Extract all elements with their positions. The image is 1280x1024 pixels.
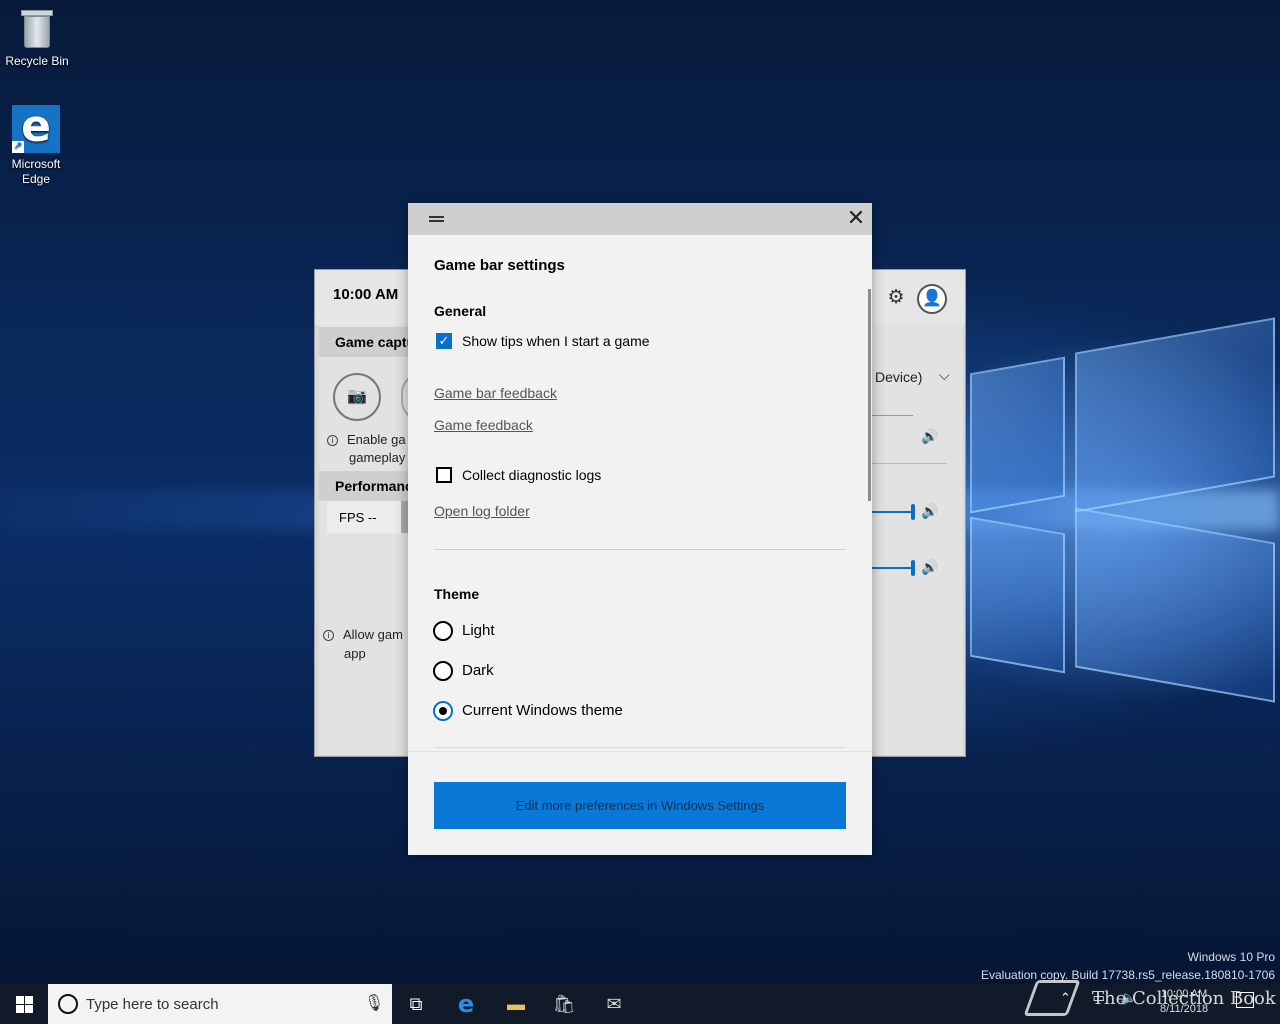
- close-icon: ✕: [846, 205, 866, 230]
- divider: [871, 463, 947, 464]
- task-view-icon[interactable]: ⧉: [392, 984, 440, 1024]
- radio-button[interactable]: [433, 661, 453, 681]
- mail-icon[interactable]: ✉: [590, 984, 638, 1024]
- search-input[interactable]: [86, 992, 356, 1016]
- desktop-icon-recycle-bin[interactable]: Recycle Bin: [1, 8, 73, 69]
- divider: [871, 415, 913, 416]
- audio-device-select[interactable]: Device): [875, 369, 922, 385]
- performance-heading: Performanc: [319, 471, 409, 501]
- open-log-folder-link[interactable]: Open log folder: [434, 503, 530, 519]
- theme-option-label: Light: [462, 622, 495, 639]
- radio-button-selected[interactable]: [433, 701, 453, 721]
- start-button[interactable]: [0, 984, 48, 1024]
- gear-icon[interactable]: ⚙: [885, 287, 907, 309]
- speaker-icon[interactable]: 🔊: [921, 559, 938, 576]
- edit-preferences-button[interactable]: Edit more preferences in Windows Setting…: [434, 782, 846, 829]
- collect-logs-checkbox[interactable]: [436, 467, 452, 483]
- microphone-icon[interactable]: 🎙: [364, 993, 384, 1013]
- info-icon: i: [327, 435, 338, 446]
- capture-heading: Game captu: [319, 327, 409, 357]
- dialog-title: Game bar settings: [434, 257, 565, 274]
- camera-icon[interactable]: 📷: [333, 373, 381, 421]
- close-button[interactable]: ✕: [840, 203, 872, 235]
- dialog-footer: Edit more preferences in Windows Setting…: [408, 751, 872, 855]
- collect-logs-label: Collect diagnostic logs: [462, 467, 602, 483]
- info-icon: i: [323, 630, 334, 641]
- capture-info-line: gameplay: [349, 450, 406, 465]
- gamebar-feedback-link[interactable]: Game bar feedback: [434, 385, 557, 401]
- scrollbar-thumb[interactable]: [868, 289, 871, 501]
- show-tips-checkbox[interactable]: ✓: [436, 333, 452, 349]
- section-divider: [434, 549, 846, 550]
- allow-info: i Allow gam app: [323, 625, 409, 663]
- volume-slider-thumb[interactable]: [911, 560, 915, 576]
- edge-icon[interactable]: e: [442, 984, 490, 1024]
- edge-icon: e ↗: [12, 105, 60, 153]
- settings-scroll-area[interactable]: Game bar settings General ✓ Show tips wh…: [408, 235, 872, 751]
- general-heading: General: [434, 303, 487, 319]
- cortana-icon[interactable]: [58, 994, 78, 1014]
- theme-heading: Theme: [434, 586, 480, 602]
- fps-readout: FPS --: [327, 501, 401, 533]
- gamebar-capture-panel: Game captu 📷 i Enable ga gameplay Perform…: [319, 325, 421, 755]
- chevron-down-icon[interactable]: ⌵: [939, 367, 950, 384]
- collection-book-watermark: The Collection Book: [1023, 976, 1276, 1022]
- volume-slider[interactable]: [871, 511, 913, 513]
- speaker-icon[interactable]: 🔊: [921, 428, 938, 445]
- dialog-titlebar[interactable]: ✕: [408, 203, 872, 235]
- allow-info-line: app: [344, 646, 366, 661]
- taskbar-search[interactable]: 🎙: [48, 984, 392, 1024]
- show-tips-label: Show tips when I start a game: [462, 333, 650, 349]
- section-divider: [434, 747, 846, 748]
- volume-slider-thumb[interactable]: [911, 504, 915, 520]
- windows-logo-graphic: [960, 317, 1280, 703]
- allow-info-line: Allow gam: [343, 627, 403, 642]
- theme-option-label: Dark: [462, 662, 494, 679]
- edition-watermark: Windows 10 Pro: [1187, 950, 1275, 964]
- volume-slider[interactable]: [871, 567, 913, 569]
- file-explorer-icon[interactable]: ▬: [492, 984, 540, 1024]
- desktop-icon-label: Recycle Bin: [5, 54, 69, 68]
- desktop-icon-edge[interactable]: e ↗ Microsoft Edge: [0, 105, 72, 187]
- game-feedback-link[interactable]: Game feedback: [434, 417, 533, 433]
- gamebar-time: 10:00 AM: [333, 286, 399, 303]
- theme-option-label: Current Windows theme: [462, 702, 623, 719]
- recycle-bin-icon: [19, 8, 55, 50]
- book-icon: [1023, 980, 1081, 1016]
- drag-handle-icon[interactable]: [429, 216, 444, 222]
- desktop-icon-label: Microsoft Edge: [11, 157, 61, 186]
- radio-button[interactable]: [433, 621, 453, 641]
- store-icon[interactable]: 🛍: [540, 984, 588, 1024]
- capture-info: i Enable ga gameplay: [327, 431, 409, 467]
- gamebar-settings-dialog: ✕ Game bar settings General ✓ Show tips …: [408, 203, 872, 855]
- avatar-icon[interactable]: 👤: [917, 284, 947, 314]
- capture-info-line: Enable ga: [347, 432, 406, 447]
- watermark-text: The Collection Book: [1092, 988, 1276, 1009]
- gamebar-audio-panel: Device) ⌵ 🔊 🔊 🔊: [871, 325, 963, 755]
- speaker-icon[interactable]: 🔊: [921, 503, 938, 520]
